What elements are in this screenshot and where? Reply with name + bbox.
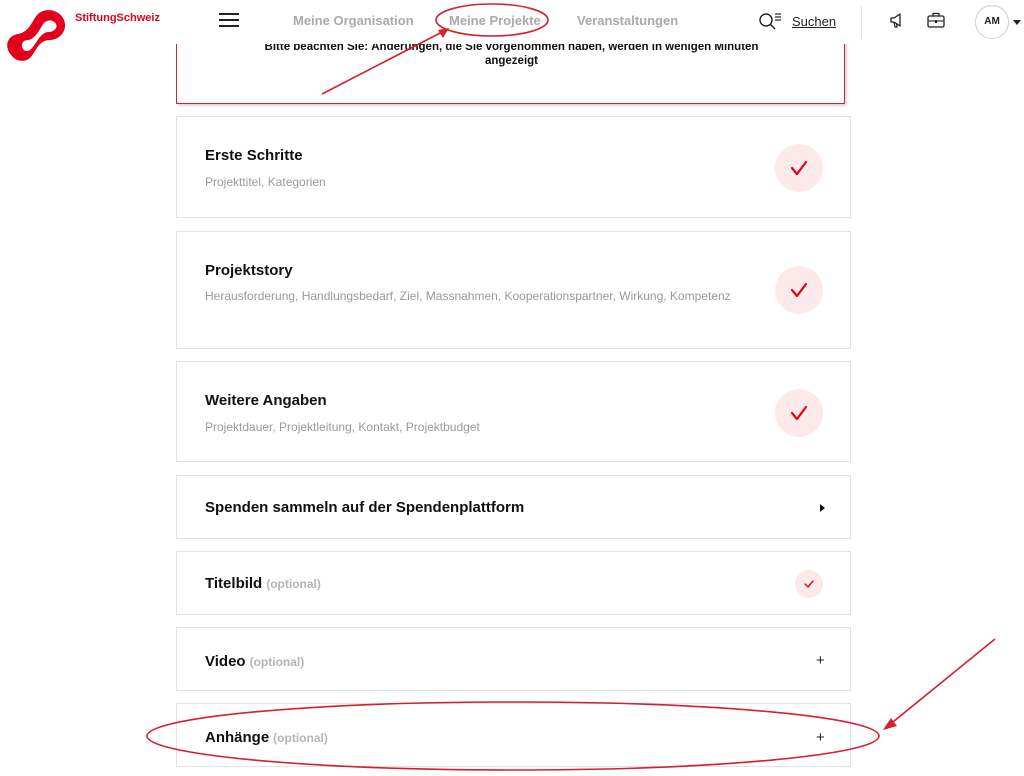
section-title: Erste Schritte: [205, 147, 303, 164]
section-projektstory[interactable]: Projektstory Herausforderung, Handlungsb…: [176, 231, 851, 349]
section-titelbild[interactable]: Titelbild (optional): [176, 551, 851, 615]
chevron-down-icon[interactable]: [1013, 20, 1021, 25]
nav-meine-projekte[interactable]: Meine Projekte: [449, 13, 541, 28]
check-icon: [775, 389, 823, 437]
stiftungschweiz-logo[interactable]: [2, 6, 70, 64]
search-icon: [759, 13, 781, 30]
annotation-arrowhead-anhaenge: [883, 718, 897, 730]
caret-right-icon[interactable]: [820, 504, 825, 512]
optional-label: (optional): [266, 577, 321, 591]
section-anhaenge[interactable]: Anhänge (optional) +: [176, 703, 851, 767]
plus-icon[interactable]: +: [816, 730, 825, 745]
section-title-row: Video (optional): [205, 653, 304, 670]
top-navigation-bar: StiftungSchweiz Meine Organisation Meine…: [0, 0, 1024, 61]
nav-veranstaltungen[interactable]: Veranstaltungen: [577, 13, 678, 28]
section-title: Video: [205, 653, 246, 670]
optional-label: (optional): [249, 655, 305, 669]
section-subtitle: Projektdauer, Projektleitung, Kontakt, P…: [205, 420, 480, 434]
annotation-arrow-line-anhaenge: [887, 638, 996, 727]
search-button[interactable]: Suchen: [758, 11, 838, 33]
brand-name[interactable]: StiftungSchweiz: [75, 12, 160, 24]
section-video[interactable]: Video (optional) +: [176, 627, 851, 691]
section-erste-schritte[interactable]: Erste Schritte Projekttitel, Kategorien: [176, 116, 851, 218]
check-icon: [775, 266, 823, 314]
optional-label: (optional): [273, 731, 328, 745]
section-spenden-sammeln[interactable]: Spenden sammeln auf der Spendenplattform: [176, 475, 851, 539]
notice-line-2: angezeigt: [484, 55, 539, 67]
plus-icon[interactable]: +: [816, 653, 825, 668]
megaphone-icon[interactable]: [888, 11, 906, 29]
nav-meine-organisation[interactable]: Meine Organisation: [293, 13, 414, 28]
section-title-row: Anhänge (optional): [205, 729, 328, 746]
section-subtitle: Herausforderung, Handlungsbedarf, Ziel, …: [205, 289, 731, 303]
notice-text: Bitte beachten Sie: Änderungen, die Sie …: [177, 40, 846, 68]
section-title-row: Titelbild (optional): [205, 575, 321, 592]
section-title: Projektstory: [205, 262, 293, 279]
hamburger-menu-icon[interactable]: [219, 13, 239, 27]
check-icon: [775, 144, 823, 192]
section-title: Titelbild: [205, 575, 263, 592]
user-avatar[interactable]: AM: [975, 5, 1009, 39]
section-title: Anhänge: [205, 729, 270, 746]
section-subtitle: Projekttitel, Kategorien: [205, 175, 326, 189]
search-label[interactable]: Suchen: [792, 14, 836, 29]
section-weitere-angaben[interactable]: Weitere Angaben Projektdauer, Projektlei…: [176, 361, 851, 462]
header-divider: [861, 6, 862, 38]
briefcase-icon[interactable]: [926, 11, 946, 29]
section-title: Spenden sammeln auf der Spendenplattform: [205, 499, 525, 516]
check-icon: [795, 570, 823, 598]
section-title: Weitere Angaben: [205, 392, 327, 409]
